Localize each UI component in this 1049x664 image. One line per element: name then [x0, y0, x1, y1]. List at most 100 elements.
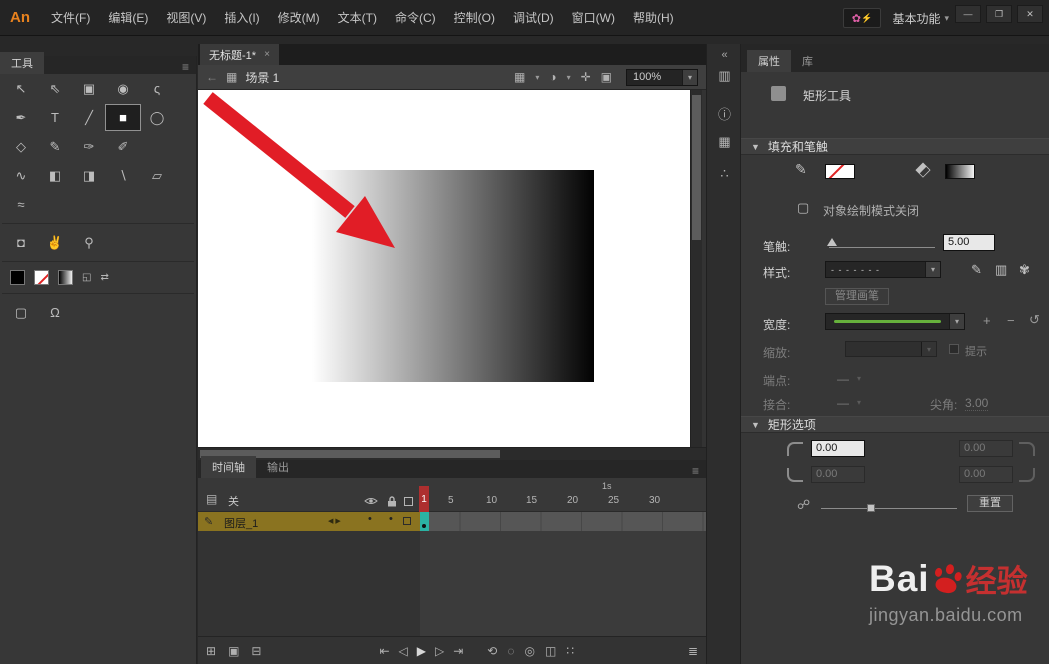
menu-window[interactable]: 窗口(W) [563, 9, 624, 26]
restore-button[interactable]: ❐ [986, 5, 1012, 23]
brush-tool[interactable]: ✑ [72, 134, 106, 159]
paint-brush-options-icon[interactable]: ✾ [1019, 262, 1030, 278]
menu-modify[interactable]: 修改(M) [269, 9, 329, 26]
default-colors-icon[interactable]: ◱ [82, 272, 91, 283]
gradient-swatch[interactable] [58, 270, 73, 285]
layer-name-cell[interactable]: ✎ 图层_1 ◀ ▶ • • [198, 512, 420, 531]
reset-button[interactable]: 重置 [967, 495, 1013, 512]
new-layer-button[interactable]: ⊞ [206, 644, 216, 658]
minimize-button[interactable]: — [955, 5, 981, 23]
tab-tools[interactable]: 工具 [0, 52, 44, 74]
align-panel-icon[interactable]: ▥ [707, 68, 742, 84]
layer-column-empty[interactable] [198, 531, 420, 636]
menu-edit[interactable]: 编辑(E) [99, 9, 157, 26]
lasso-tool[interactable]: ς [140, 76, 174, 101]
swap-colors-icon[interactable]: ⇄ [100, 272, 108, 283]
asset-warp-tool[interactable]: ∿ [4, 163, 38, 188]
chevron-down-icon[interactable]: ▾ [567, 73, 571, 82]
onion-skin-outlines-button[interactable]: ◎ [525, 644, 535, 658]
zoom-tool[interactable]: ⚲ [72, 230, 106, 255]
corner-radius-slider-thumb[interactable] [867, 504, 875, 512]
oval-tool[interactable]: ◯ [140, 105, 174, 130]
edit-stroke-style-icon[interactable]: ✎ [971, 262, 982, 278]
outline-icon[interactable] [404, 497, 413, 506]
menu-help[interactable]: 帮助(H) [624, 9, 683, 26]
center-stage-icon[interactable]: ✛ [581, 70, 591, 84]
stage-canvas[interactable] [198, 90, 690, 447]
lock-icon[interactable] [387, 495, 397, 507]
panel-menu-icon[interactable]: ≡ [182, 60, 189, 74]
edit-symbols-icon[interactable]: ◑ [549, 70, 556, 84]
object-drawing-toggle[interactable]: ▢ [4, 300, 38, 325]
menu-debug[interactable]: 调试(D) [504, 9, 563, 26]
chevron-down-icon[interactable]: ▾ [925, 262, 940, 277]
play-button[interactable]: ▶ [417, 644, 426, 658]
manage-brushes-button[interactable]: 管理画笔 [825, 288, 889, 305]
corner-radius-slider-track[interactable] [821, 508, 957, 509]
fill-color-swatch[interactable] [945, 164, 975, 179]
go-first-frame-button[interactable]: ⇤ [379, 644, 389, 658]
stroke-color-swatch[interactable] [10, 270, 25, 285]
document-tab[interactable]: 无标题-1* × [200, 44, 279, 65]
text-tool[interactable]: T [38, 105, 72, 130]
step-forward-button[interactable]: ▷ [435, 644, 444, 658]
layer-visible-dot[interactable]: • [368, 513, 372, 525]
layer-outline-swatch[interactable] [403, 517, 411, 525]
expand-dock-icon[interactable]: « [707, 49, 742, 61]
edit-scene-icon[interactable]: ▦ [514, 70, 525, 84]
fill-color-swatch[interactable] [34, 270, 49, 285]
brush-library-icon[interactable]: ▥ [995, 262, 1007, 278]
corner-radius-tl-input[interactable]: 0.00 [811, 440, 865, 457]
close-button[interactable]: ✕ [1017, 5, 1043, 23]
loop-button[interactable]: ⟲ [487, 644, 497, 658]
tab-output[interactable]: 输出 [256, 456, 300, 478]
layer-row[interactable]: ✎ 图层_1 ◀ ▶ • • [198, 512, 706, 531]
frames-area-empty[interactable] [420, 531, 706, 636]
menu-file[interactable]: 文件(F) [42, 9, 99, 26]
chevron-down-icon[interactable]: ▾ [949, 314, 964, 329]
close-tab-icon[interactable]: × [264, 49, 270, 60]
hand-tool[interactable]: ✌ [38, 230, 72, 255]
tab-properties[interactable]: 属性 [747, 50, 791, 72]
transform-panel-icon[interactable]: ▦ [707, 134, 742, 150]
stroke-color-swatch[interactable] [825, 164, 855, 179]
selection-tool[interactable]: ↖ [4, 76, 38, 101]
reset-width-profile-icon[interactable]: ↺ [1029, 312, 1040, 328]
new-folder-button[interactable]: ▣ [228, 644, 239, 658]
advanced-layers-toggle[interactable]: 关 [228, 493, 239, 509]
ink-bottle-tool[interactable]: ◨ [72, 163, 106, 188]
stroke-slider-thumb[interactable] [827, 238, 837, 246]
delete-width-profile-icon[interactable]: − [1007, 313, 1015, 328]
lock-corner-radius-icon[interactable]: ☍ [797, 497, 810, 513]
onion-skin-button[interactable]: ◌ [507, 644, 514, 658]
back-icon[interactable]: ← [206, 70, 218, 84]
step-back-button[interactable]: ◁ [399, 644, 408, 658]
menu-insert[interactable]: 插入(I) [215, 9, 268, 26]
layer-name[interactable]: 图层_1 [224, 515, 258, 531]
menu-control[interactable]: 控制(O) [445, 9, 504, 26]
camera-tool[interactable]: ◘ [4, 230, 38, 255]
tab-timeline[interactable]: 时间轴 [201, 456, 256, 478]
sync-settings-button[interactable]: ✿ ⚡ [843, 8, 881, 28]
film-icon[interactable]: ▤ [206, 492, 217, 506]
go-last-frame-button[interactable]: ⇥ [453, 644, 463, 658]
scene-breadcrumb[interactable]: 场景 1 [245, 69, 279, 86]
tab-library[interactable]: 库 [791, 50, 824, 72]
style-dropdown[interactable]: - - - - - - - ▾ [825, 261, 941, 278]
menu-view[interactable]: 视图(V) [157, 9, 215, 26]
eyedropper-tool[interactable]: ∖ [106, 163, 140, 188]
motion-presets-panel-icon[interactable]: ∴ [707, 166, 742, 182]
width-profile-dropdown[interactable]: ▾ [825, 313, 965, 330]
pen-tool[interactable]: ✒ [4, 105, 38, 130]
snap-magnet-toggle[interactable]: Ω [38, 300, 72, 325]
timeline-options-icon[interactable]: ≣ [688, 644, 698, 658]
section-rectangle-options[interactable]: ▼ 矩形选项 [741, 416, 1049, 433]
vertical-scrollbar[interactable] [690, 90, 702, 447]
menu-text[interactable]: 文本(T) [329, 9, 386, 26]
menu-commands[interactable]: 命令(C) [386, 9, 445, 26]
pencil-tool[interactable]: ✎ [38, 134, 72, 159]
free-transform-tool[interactable]: ▣ [72, 76, 106, 101]
stroke-slider-track[interactable] [829, 247, 935, 248]
chevron-down-icon[interactable]: ▾ [682, 69, 697, 85]
chevron-down-icon[interactable]: ▾ [535, 73, 539, 82]
